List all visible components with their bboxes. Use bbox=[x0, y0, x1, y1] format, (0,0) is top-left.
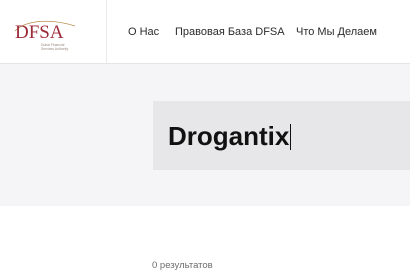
logo-subtitle-line-2: Services Authority bbox=[41, 47, 69, 51]
search-input-value[interactable]: Drogantix bbox=[168, 121, 292, 151]
nav-item-what-we-do[interactable]: Что Мы Делаем bbox=[296, 26, 377, 38]
dfsa-logo: DFSA bbox=[14, 20, 76, 41]
nav-item-legal-base[interactable]: Правовая База DFSA bbox=[175, 26, 285, 38]
logo-mark-text: DFSA bbox=[15, 22, 64, 41]
search-input[interactable]: Drogantix bbox=[153, 101, 410, 170]
text-caret bbox=[290, 124, 292, 150]
nav-item-about[interactable]: О Нас bbox=[128, 26, 159, 38]
search-query-text: Drogantix bbox=[168, 121, 290, 151]
results-count: 0 результатов bbox=[152, 260, 213, 271]
logo-link[interactable]: DFSA Dubai Financial Services Authority bbox=[0, 0, 107, 63]
site-header: DFSA Dubai Financial Services Authority … bbox=[0, 0, 410, 64]
logo-subtitle: Dubai Financial Services Authority bbox=[41, 43, 81, 51]
